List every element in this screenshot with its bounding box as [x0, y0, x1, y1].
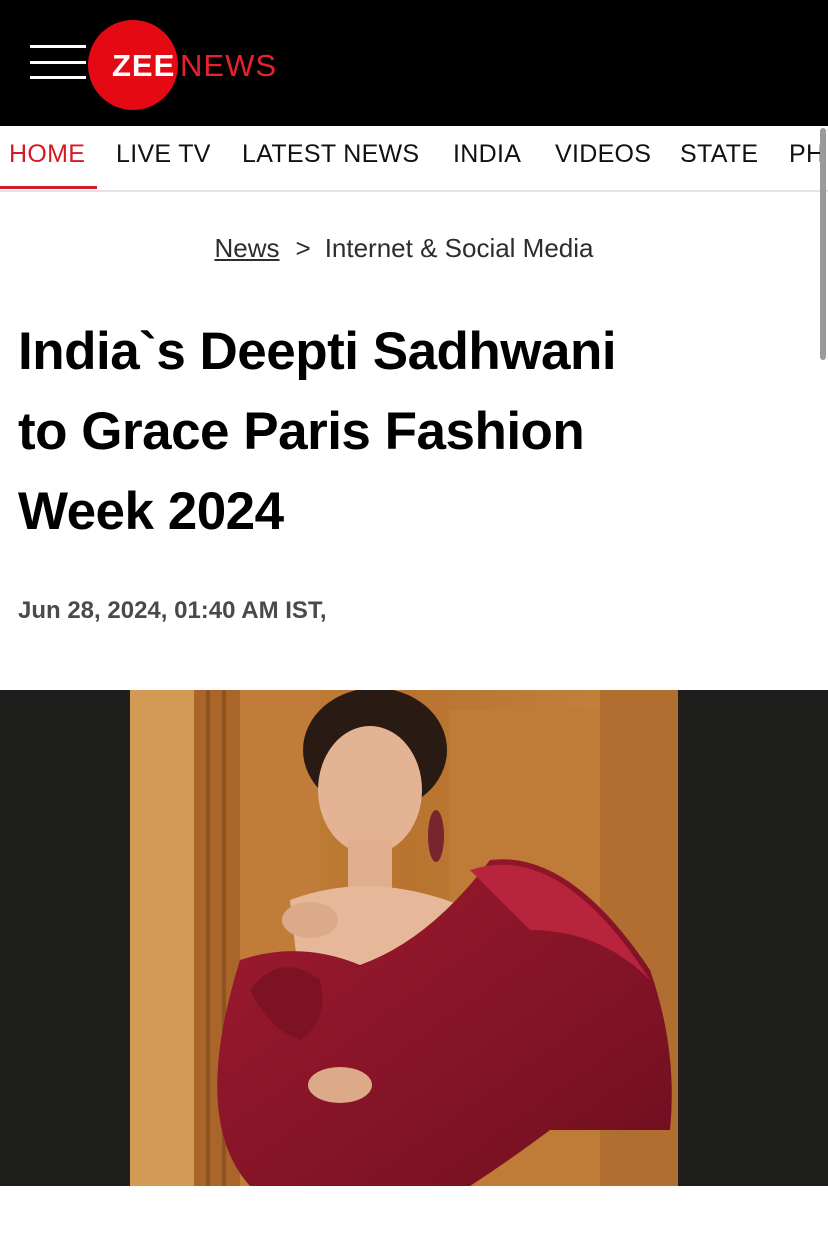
nav-item-home[interactable]: HOME — [9, 140, 85, 169]
site-header: ZEE NEWS — [0, 0, 828, 126]
hamburger-menu-icon[interactable] — [30, 45, 86, 81]
main-nav: HOME LIVE TV LATEST NEWS INDIA VIDEOS ST… — [0, 126, 828, 192]
fashion-photo — [130, 690, 678, 1186]
nav-item-videos[interactable]: VIDEOS — [555, 140, 651, 169]
breadcrumb: News > Internet & Social Media — [0, 233, 808, 264]
headline-line: India`s Deepti Sadhwani — [18, 322, 617, 381]
headline-line: to Grace Paris Fashion — [18, 402, 585, 461]
breadcrumb-section[interactable]: Internet & Social Media — [325, 233, 594, 263]
nav-active-indicator — [0, 186, 97, 189]
logo-news-text: NEWS — [180, 48, 277, 83]
page-scrollbar[interactable] — [820, 128, 826, 360]
breadcrumb-separator: > — [295, 233, 311, 263]
headline-line: Week 2024 — [18, 482, 284, 541]
nav-item-india[interactable]: INDIA — [453, 140, 521, 169]
breadcrumb-news-link[interactable]: News — [214, 233, 279, 263]
article-image[interactable] — [0, 690, 828, 1186]
nav-item-state[interactable]: STATE — [680, 140, 758, 169]
nav-item-latest-news[interactable]: LATEST NEWS — [242, 140, 419, 169]
article-dateline: Jun 28, 2024, 01:40 AM IST, — [18, 597, 327, 624]
logo-zee-text: ZEE — [112, 48, 176, 83]
zee-news-logo[interactable]: ZEE NEWS — [88, 20, 388, 110]
article-headline: India`s Deepti Sadhwani to Grace Paris F… — [18, 312, 808, 552]
nav-item-live-tv[interactable]: LIVE TV — [116, 140, 211, 169]
